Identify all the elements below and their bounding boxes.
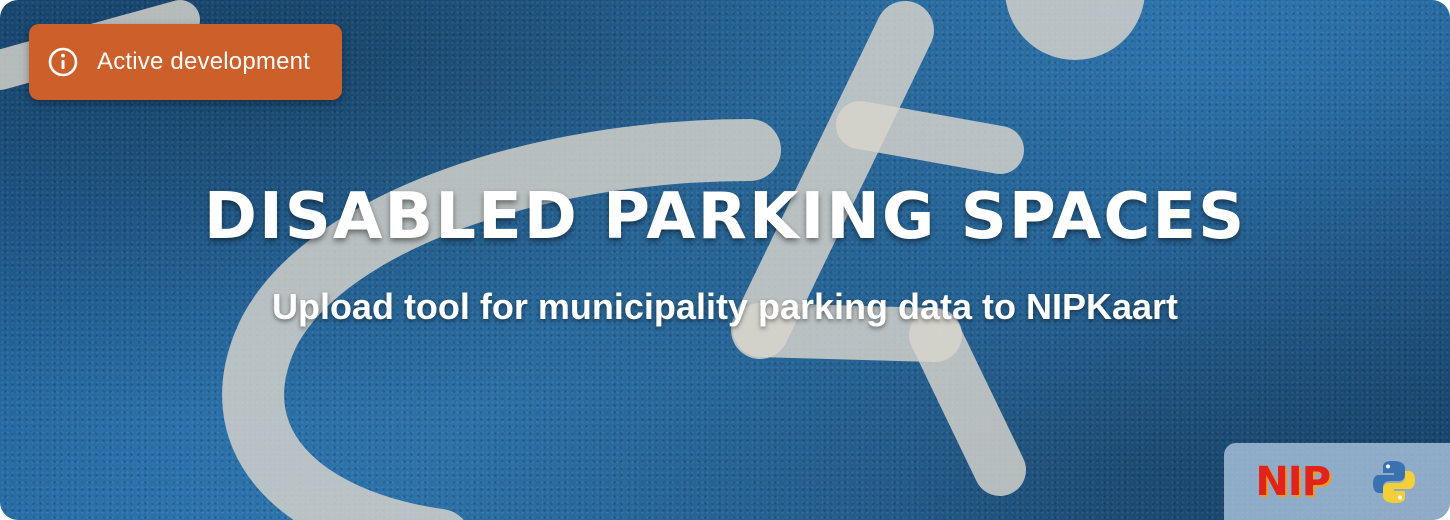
info-icon	[48, 47, 78, 77]
page-subtitle: Upload tool for municipality parking dat…	[271, 286, 1179, 327]
page-title: DISABLED PARKING SPACES	[203, 180, 1247, 254]
status-badge: Active development	[29, 24, 342, 100]
nip-logo: NIP	[1255, 458, 1331, 505]
logo-panel: NIP	[1224, 443, 1450, 520]
status-badge-label: Active development	[97, 48, 311, 75]
banner: Active development DISABLED PARKING SPAC…	[0, 0, 1450, 520]
python-icon	[1372, 460, 1415, 503]
